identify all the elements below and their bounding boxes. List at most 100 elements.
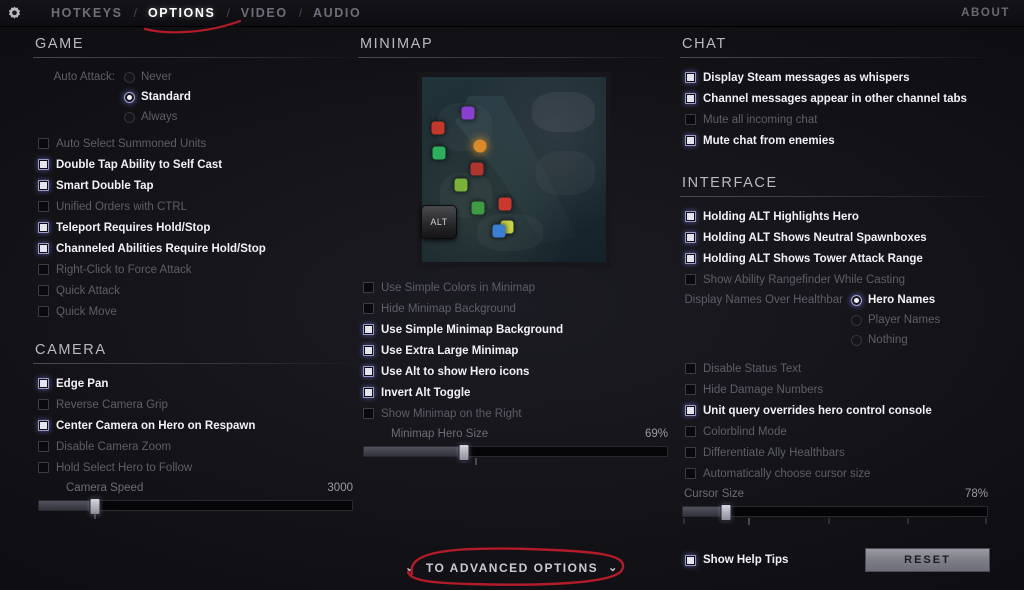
- checkbox-label: Show Minimap on the Right: [381, 407, 522, 420]
- checkbox-label: Double Tap Ability to Self Cast: [56, 158, 223, 171]
- checkbox-edge-pan[interactable]: Edge Pan: [33, 373, 355, 394]
- checkbox-box: [38, 138, 49, 149]
- checkbox-unit-query-overrides-hero-control-console[interactable]: Unit query overrides hero control consol…: [680, 400, 990, 421]
- checkbox-quick-move[interactable]: Quick Move: [33, 301, 355, 322]
- checkbox-label: Colorblind Mode: [703, 425, 787, 438]
- tab-options[interactable]: OPTIONS: [139, 0, 224, 27]
- checkbox-unified-orders-with-ctrl[interactable]: Unified Orders with CTRL: [33, 196, 355, 217]
- checkbox-box: [363, 366, 374, 377]
- checkbox-quick-attack[interactable]: Quick Attack: [33, 280, 355, 301]
- checkbox-label: Hide Damage Numbers: [703, 383, 824, 396]
- radio-dot: [124, 111, 135, 123]
- radio-auto-attack-always[interactable]: Always: [38, 107, 355, 127]
- checkbox-hold-select-hero-to-follow[interactable]: Hold Select Hero to Follow: [33, 457, 355, 478]
- checkbox-disable-camera-zoom[interactable]: Disable Camera Zoom: [33, 436, 355, 457]
- radio-dot: [851, 334, 862, 346]
- radio-label: Hero Names: [868, 294, 936, 306]
- checkbox-label: Hold Select Hero to Follow: [56, 461, 193, 474]
- checkbox-reverse-camera-grip[interactable]: Reverse Camera Grip: [33, 394, 355, 415]
- tab-audio[interactable]: AUDIO: [304, 0, 370, 27]
- checkbox-label: Differentiate Ally Healthbars: [703, 446, 845, 459]
- checkbox-use-extra-large-minimap[interactable]: Use Extra Large Minimap: [358, 340, 670, 361]
- checkbox-box: [363, 324, 374, 335]
- section-divider: [680, 196, 990, 197]
- slider-track[interactable]: [682, 504, 988, 521]
- checkbox-hide-minimap-background[interactable]: Hide Minimap Background: [358, 298, 670, 319]
- gear-icon[interactable]: [0, 0, 28, 27]
- checkbox-use-simple-colors-in-minimap[interactable]: Use Simple Colors in Minimap: [358, 277, 670, 298]
- section-divider: [33, 57, 355, 58]
- tab-hotkeys[interactable]: HOTKEYS: [42, 0, 132, 27]
- checkbox-double-tap-ability-to-self-cast[interactable]: Double Tap Ability to Self Cast: [33, 154, 355, 175]
- section-title-minimap: MINIMAP: [360, 36, 434, 52]
- checkbox-auto-select-summoned-units[interactable]: Auto Select Summoned Units: [33, 133, 355, 154]
- checkbox-holding-alt-highlights-hero[interactable]: Holding ALT Highlights Hero: [680, 206, 990, 227]
- checkbox-label: Reverse Camera Grip: [56, 398, 168, 411]
- checkbox-box: [38, 399, 49, 410]
- radio-dot: [124, 91, 135, 103]
- checkbox-automatically-choose-cursor-size[interactable]: Automatically choose cursor size: [680, 463, 990, 484]
- tab-video[interactable]: VIDEO: [232, 0, 297, 27]
- section-title-interface: INTERFACE: [682, 175, 778, 191]
- checkbox-channel-messages-appear-in-other-channel-tabs[interactable]: Channel messages appear in other channel…: [680, 88, 990, 109]
- checkbox-channeled-abilities-require-hold-stop[interactable]: Channeled Abilities Require Hold/Stop: [33, 238, 355, 259]
- checkbox-holding-alt-shows-neutral-spawnboxes[interactable]: Holding ALT Shows Neutral Spawnboxes: [680, 227, 990, 248]
- radio-auto-attack-never[interactable]: Auto Attack: Never: [38, 67, 355, 87]
- to-advanced-options-label: TO ADVANCED OPTIONS: [425, 560, 599, 575]
- checkbox-mute-chat-from-enemies[interactable]: Mute chat from enemies: [680, 130, 990, 151]
- column-left: GAME Auto Attack: Never Standard Always: [33, 30, 355, 522]
- checkbox-hide-damage-numbers[interactable]: Hide Damage Numbers: [680, 379, 990, 400]
- slider-fill: [39, 501, 96, 510]
- radio-auto-attack-standard[interactable]: Standard: [38, 87, 355, 107]
- checkbox-label: Use Simple Colors in Minimap: [381, 281, 536, 294]
- about-link[interactable]: ABOUT: [961, 0, 1010, 27]
- checkbox-teleport-requires-hold-stop[interactable]: Teleport Requires Hold/Stop: [33, 217, 355, 238]
- checkbox-center-camera-on-hero-on-respawn[interactable]: Center Camera on Hero on Respawn: [33, 415, 355, 436]
- checkbox-invert-alt-toggle[interactable]: Invert Alt Toggle: [358, 382, 670, 403]
- slider-cursor-size[interactable]: Cursor Size 78%: [680, 484, 990, 528]
- checkbox-box: [38, 306, 49, 317]
- checkbox-use-alt-to-show-hero-icons[interactable]: Use Alt to show Hero icons: [358, 361, 670, 382]
- checkbox-right-click-to-force-attack[interactable]: Right-Click to Force Attack: [33, 259, 355, 280]
- checkbox-box: [38, 420, 49, 431]
- top-navigation-bar: HOTKEYS / OPTIONS / VIDEO / AUDIO ABOUT: [0, 0, 1024, 27]
- slider-header: Minimap Hero Size 69%: [363, 428, 668, 440]
- radio-display-names-player-names[interactable]: Player Names: [683, 310, 990, 330]
- checkbox-label: Auto Select Summoned Units: [56, 137, 207, 150]
- to-advanced-options-button[interactable]: ⌄ TO ADVANCED OPTIONS ⌄: [405, 561, 619, 575]
- slider-camera-speed[interactable]: Camera Speed 3000: [33, 478, 355, 522]
- checkbox-box: [685, 253, 696, 264]
- checkbox-differentiate-ally-healthbars[interactable]: Differentiate Ally Healthbars: [680, 442, 990, 463]
- radio-dot: [851, 294, 862, 306]
- slider-track[interactable]: [363, 444, 668, 461]
- slider-ticks: [38, 511, 353, 520]
- checkbox-smart-double-tap[interactable]: Smart Double Tap: [33, 175, 355, 196]
- section-divider: [358, 57, 670, 58]
- checkbox-label: Right-Click to Force Attack: [56, 263, 192, 276]
- checkbox-display-steam-messages-as-whispers[interactable]: Display Steam messages as whispers: [680, 67, 990, 88]
- slider-label: Cursor Size: [684, 488, 745, 500]
- slider-track[interactable]: [38, 498, 353, 515]
- checkbox-box: [685, 93, 696, 104]
- radio-display-names-hero-names[interactable]: Display Names Over Healthbar Hero Names: [683, 290, 990, 310]
- checkbox-box: [363, 345, 374, 356]
- display-names-label: Display Names Over Healthbar: [684, 294, 843, 306]
- slider-ticks: [682, 517, 988, 526]
- checkbox-show-ability-rangefinder-while-casting[interactable]: Show Ability Rangefinder While Casting: [680, 269, 990, 290]
- checkbox-use-simple-minimap-background[interactable]: Use Simple Minimap Background: [358, 319, 670, 340]
- checkbox-box: [685, 426, 696, 437]
- checkbox-box: [38, 462, 49, 473]
- checkbox-box: [38, 285, 49, 296]
- auto-attack-label: Auto Attack:: [53, 71, 115, 83]
- tab-separator: /: [298, 6, 303, 20]
- checkbox-holding-alt-shows-tower-attack-range[interactable]: Holding ALT Shows Tower Attack Range: [680, 248, 990, 269]
- checkbox-box: [685, 274, 696, 285]
- checkbox-colorblind-mode[interactable]: Colorblind Mode: [680, 421, 990, 442]
- checkbox-disable-status-text[interactable]: Disable Status Text: [680, 358, 990, 379]
- section-title-game: GAME: [35, 36, 85, 52]
- slider-minimap-hero-size[interactable]: Minimap Hero Size 69%: [358, 424, 670, 468]
- checkbox-show-minimap-on-the-right[interactable]: Show Minimap on the Right: [358, 403, 670, 424]
- radio-display-names-nothing[interactable]: Nothing: [683, 330, 990, 350]
- checkbox-label: Use Alt to show Hero icons: [381, 365, 530, 378]
- checkbox-mute-all-incoming-chat[interactable]: Mute all incoming chat: [680, 109, 990, 130]
